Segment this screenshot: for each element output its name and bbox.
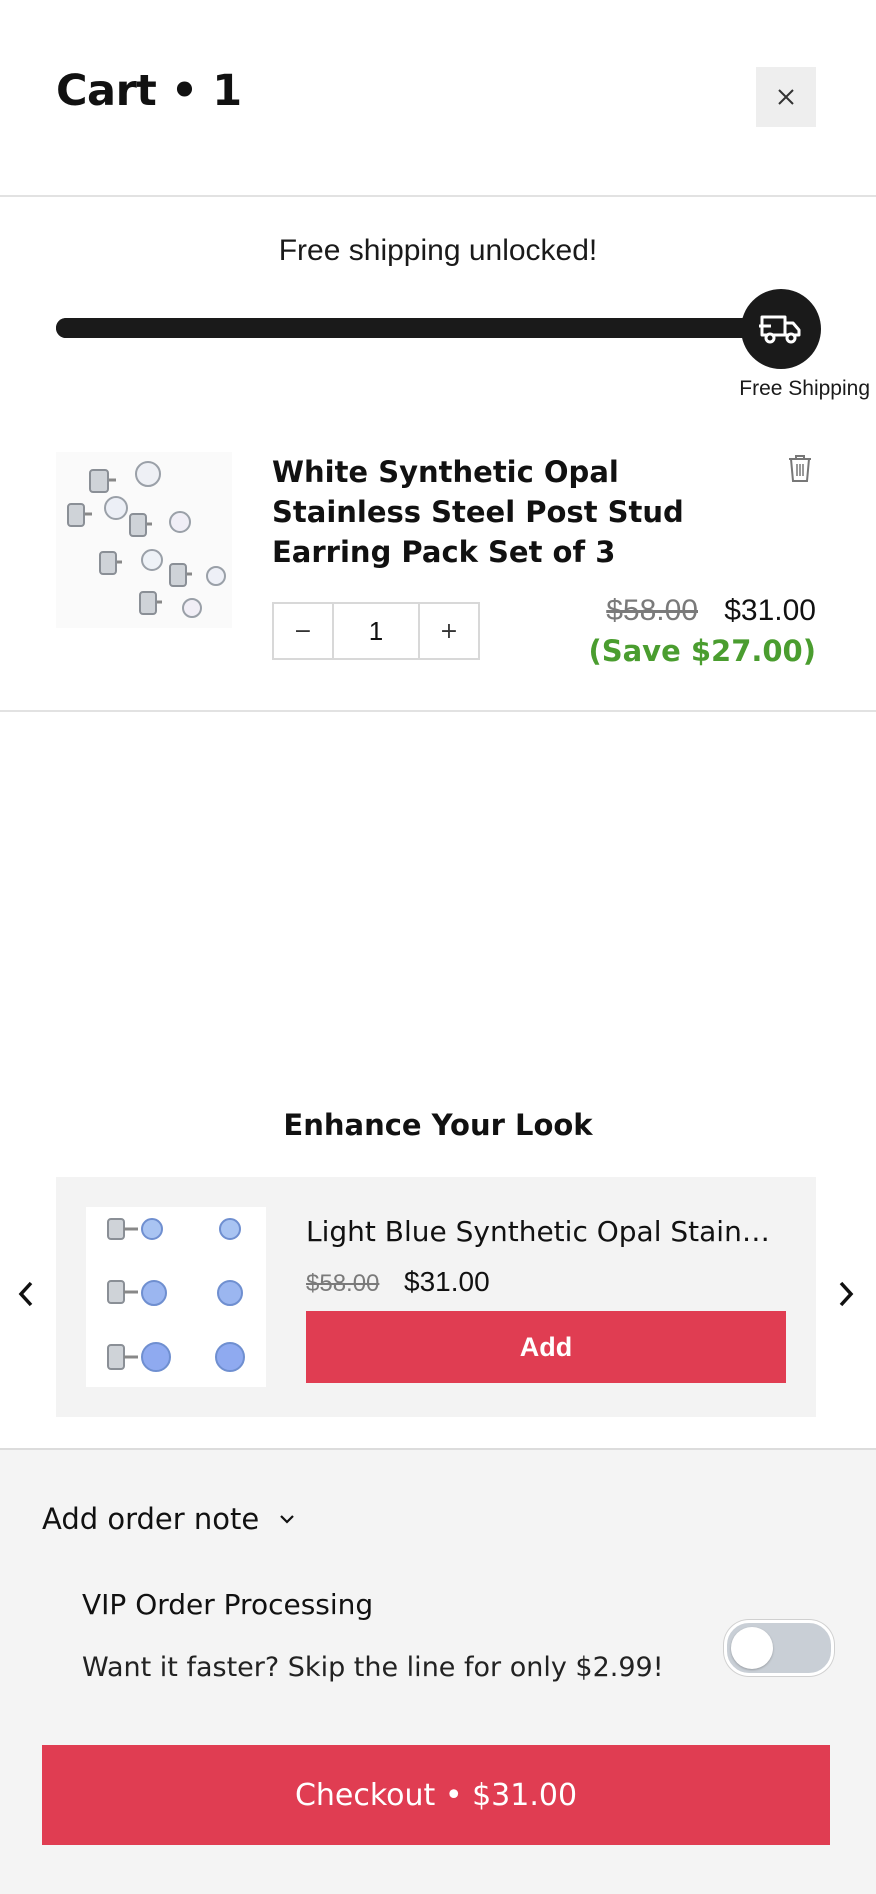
trash-icon [789, 455, 811, 482]
cart-item-savings: (Save $27.00) [588, 634, 816, 668]
close-button[interactable] [756, 67, 816, 127]
shipping-message: Free shipping unlocked! [278, 234, 598, 267]
upsell-original-price: $58.00 [306, 1270, 380, 1297]
shipping-progress-bar [56, 318, 776, 338]
chevron-right-icon [839, 1281, 854, 1307]
vip-toggle[interactable] [724, 1620, 834, 1676]
checkout-button[interactable]: Checkout • $31.00 [42, 1745, 830, 1845]
cart-title: Cart • 1 [56, 66, 242, 116]
upsell-title: Enhance Your Look [283, 1108, 593, 1142]
header-divider [0, 195, 876, 197]
truck-icon [759, 315, 801, 344]
shipping-badge [741, 289, 821, 369]
order-note-label: Add order note [42, 1502, 260, 1536]
vip-title: VIP Order Processing [82, 1588, 374, 1621]
upsell-product-name[interactable]: Light Blue Synthetic Opal Stainless Stee… [306, 1215, 776, 1248]
cart-item-image[interactable] [56, 452, 232, 628]
cart-item-price: $31.00 [724, 594, 816, 627]
vip-toggle-knob [731, 1627, 773, 1669]
upsell-add-button[interactable]: Add [306, 1311, 786, 1383]
quantity-decrease-button[interactable]: − [274, 604, 332, 658]
shipping-progress-fill [56, 318, 776, 338]
order-note-toggle[interactable]: Add order note [42, 1502, 295, 1536]
upsell-product-image[interactable] [86, 1207, 266, 1387]
remove-item-button[interactable] [787, 453, 813, 483]
quantity-increase-button[interactable]: + [420, 604, 478, 658]
cart-item-name[interactable]: White Synthetic Opal Stainless Steel Pos… [272, 452, 752, 572]
close-icon [778, 89, 794, 105]
chevron-left-icon [18, 1281, 33, 1307]
upsell-prev-button[interactable] [8, 1274, 44, 1314]
chevron-down-icon [280, 1515, 295, 1524]
upsell-next-button[interactable] [828, 1274, 864, 1314]
free-shipping-label: Free Shipping [739, 377, 870, 400]
quantity-input[interactable]: 1 [332, 604, 420, 658]
vip-description: Want it faster? Skip the line for only $… [82, 1652, 664, 1683]
item-divider [0, 710, 876, 712]
upsell-price: $31.00 [404, 1266, 490, 1297]
cart-item-original-price: $58.00 [606, 594, 698, 627]
quantity-stepper: − 1 + [272, 602, 480, 660]
